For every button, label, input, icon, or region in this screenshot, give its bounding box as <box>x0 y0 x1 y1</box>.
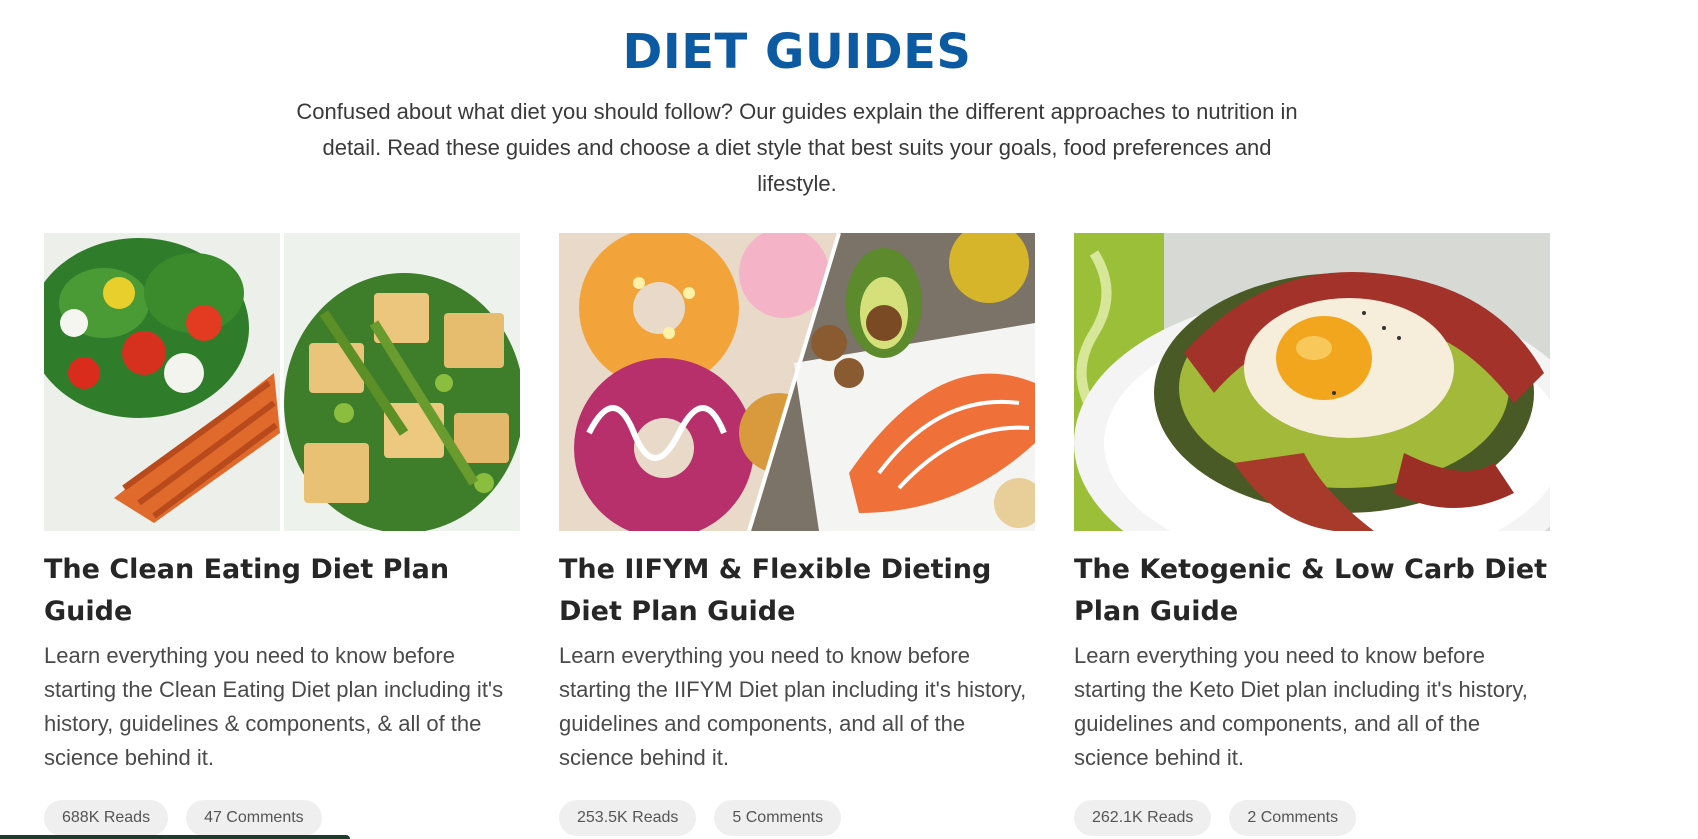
guide-card-iifym[interactable]: The IIFYM & Flexible Dieting Diet Plan G… <box>559 233 1035 775</box>
reads-badge: 262.1K Reads <box>1074 800 1212 836</box>
card-meta-iifym: 253.5K Reads 5 Comments <box>559 800 842 836</box>
guide-card-keto[interactable]: The Ketogenic & Low Carb Diet Plan Guide… <box>1074 233 1550 775</box>
card-title[interactable]: The Ketogenic & Low Carb Diet Plan Guide <box>1074 549 1550 633</box>
card-description: Learn everything you need to know before… <box>559 643 1027 770</box>
card-image-clean-eating[interactable] <box>44 233 520 531</box>
egg-avocado-bacon-image <box>1074 233 1550 531</box>
donuts-avocado-salmon-image <box>559 233 1035 531</box>
bottom-toolbar-edge <box>0 835 350 839</box>
reads-badge: 253.5K Reads <box>559 800 697 836</box>
comments-badge[interactable]: 5 Comments <box>714 800 842 836</box>
card-image-keto[interactable] <box>1074 233 1550 531</box>
salmon-salad-tofu-image <box>44 233 520 531</box>
comments-badge[interactable]: 47 Comments <box>186 800 322 836</box>
comments-badge[interactable]: 2 Comments <box>1229 800 1357 836</box>
card-description: Learn everything you need to know before… <box>1074 643 1528 770</box>
card-description: Learn everything you need to know before… <box>44 643 504 770</box>
card-image-iifym[interactable] <box>559 233 1035 531</box>
reads-badge: 688K Reads <box>44 800 169 836</box>
intro-text: Confused about what diet you should foll… <box>296 99 1298 196</box>
card-meta-clean-eating: 688K Reads 47 Comments <box>44 800 322 836</box>
card-meta-keto: 262.1K Reads 2 Comments <box>1074 800 1357 836</box>
card-title[interactable]: The IIFYM & Flexible Dieting Diet Plan G… <box>559 549 1035 633</box>
card-title[interactable]: The Clean Eating Diet Plan Guide <box>44 549 520 633</box>
guide-card-clean-eating[interactable]: The Clean Eating Diet Plan Guide Learn e… <box>44 233 520 775</box>
page-title: DIET GUIDES <box>622 24 972 80</box>
